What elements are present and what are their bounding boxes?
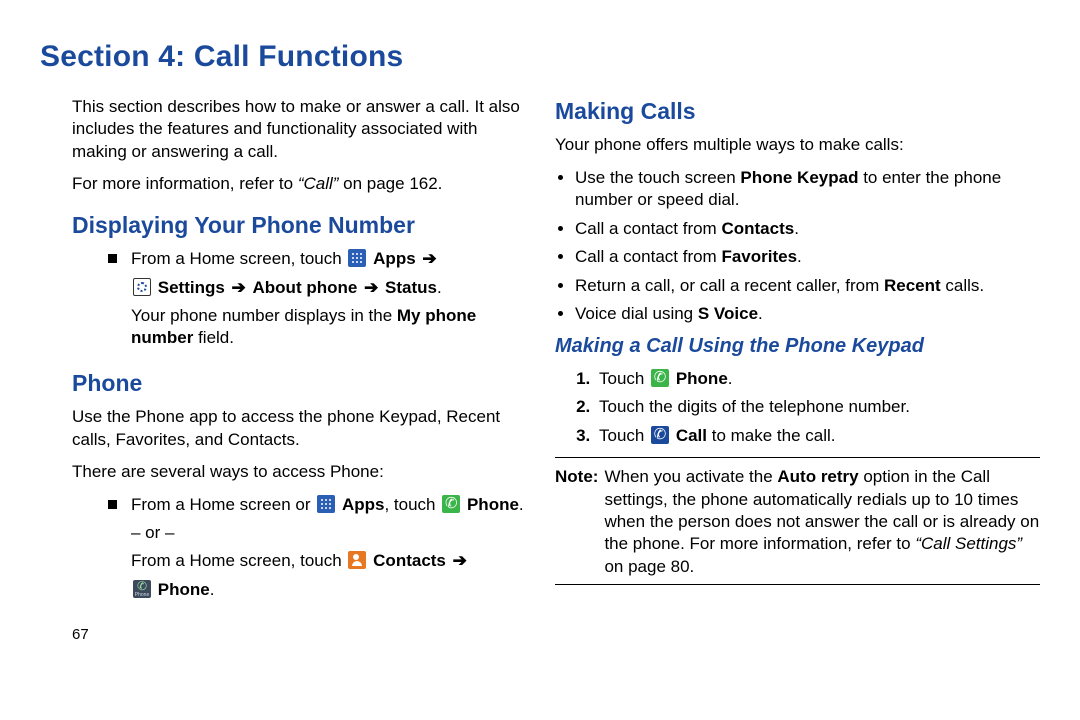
settings-icon (133, 278, 151, 296)
text: Return a call, or call a recent caller, … (575, 276, 884, 295)
note-text: When you activate the Auto retry option … (604, 466, 1040, 578)
phone-access-intro: There are several ways to access Phone: (72, 461, 525, 483)
text: Use the touch screen (575, 168, 740, 187)
text: Call a contact from (575, 219, 721, 238)
recent-label: Recent (884, 276, 941, 295)
list-item-content: From a Home screen, touch Apps ➔ Setting… (131, 248, 525, 356)
arrow-icon: ➔ (453, 551, 467, 570)
text: Your phone number displays in the (131, 306, 397, 325)
text: Call a contact from (575, 247, 721, 266)
text: From a Home screen, touch (131, 551, 346, 570)
step-item: Touch Phone. (595, 368, 1040, 390)
divider (555, 457, 1040, 458)
left-column: This section describes how to make or an… (40, 96, 525, 645)
favorites-label: Favorites (721, 247, 797, 266)
list-item: Call a contact from Favorites. (575, 246, 1040, 268)
phone-label: Phone (467, 495, 519, 514)
phone-green-icon (442, 495, 460, 513)
about-phone-label: About phone (253, 278, 358, 297)
square-list: From a Home screen or Apps, touch Phone.… (40, 494, 525, 608)
step-item: Touch the digits of the telephone number… (595, 396, 1040, 418)
text: When you activate the (604, 467, 777, 486)
phone-description: Use the Phone app to access the phone Ke… (72, 406, 525, 451)
making-calls-intro: Your phone offers multiple ways to make … (555, 134, 1040, 156)
list-item: Use the touch screen Phone Keypad to ent… (575, 167, 1040, 212)
intro-paragraph: This section describes how to make or an… (72, 96, 525, 163)
text: Touch (599, 369, 649, 388)
s-voice-label: S Voice (698, 304, 758, 323)
heading-making-calls: Making Calls (555, 96, 1040, 126)
two-column-layout: This section describes how to make or an… (40, 96, 1040, 645)
note-block: Note: When you activate the Auto retry o… (555, 466, 1040, 578)
phone-keypad-label: Phone Keypad (740, 168, 858, 187)
text: From a Home screen or (131, 495, 315, 514)
contacts-label: Contacts (373, 551, 446, 570)
arrow-icon: ➔ (232, 278, 246, 297)
text: Touch the digits of the telephone number… (599, 397, 910, 416)
phone-label: Phone (158, 580, 210, 599)
numbered-steps: Touch Phone. Touch the digits of the tel… (555, 368, 1040, 447)
list-item-content: From a Home screen or Apps, touch Phone.… (131, 494, 525, 608)
right-column: Making Calls Your phone offers multiple … (555, 96, 1040, 645)
square-bullet-icon (108, 500, 117, 509)
ref-emphasis: “Call” (298, 174, 339, 193)
text: field. (193, 328, 234, 347)
text: to make the call. (707, 426, 836, 445)
phone-green-icon (651, 369, 669, 387)
apps-icon (317, 495, 335, 513)
list-item: Call a contact from Contacts. (575, 218, 1040, 240)
text: on page 80. (604, 557, 694, 576)
text: Touch (599, 426, 649, 445)
list-item: Voice dial using S Voice. (575, 303, 1040, 325)
list-item: From a Home screen, touch Apps ➔ Setting… (108, 248, 525, 356)
text: calls. (941, 276, 984, 295)
ref-pre: For more information, refer to (72, 174, 298, 193)
list-item: From a Home screen or Apps, touch Phone.… (108, 494, 525, 608)
contacts-label: Contacts (721, 219, 794, 238)
page-number: 67 (72, 625, 525, 645)
text: Voice dial using (575, 304, 698, 323)
text: , touch (384, 495, 440, 514)
note-label: Note: (555, 466, 598, 578)
reference-paragraph: For more information, refer to “Call” on… (72, 173, 525, 195)
note-emphasis: “Call Settings” (915, 534, 1022, 553)
call-label: Call (676, 426, 707, 445)
arrow-icon: ➔ (422, 249, 436, 268)
ref-post: on page 162. (338, 174, 442, 193)
step-item: Touch Call to make the call. (595, 425, 1040, 447)
section-title: Section 4: Call Functions (40, 40, 1040, 74)
apps-icon (348, 249, 366, 267)
square-list: From a Home screen, touch Apps ➔ Setting… (40, 248, 525, 356)
bullet-list: Use the touch screen Phone Keypad to ent… (555, 167, 1040, 326)
arrow-icon: ➔ (364, 278, 378, 297)
auto-retry-label: Auto retry (777, 467, 858, 486)
heading-call-keypad: Making a Call Using the Phone Keypad (555, 333, 1040, 359)
heading-displaying-number: Displaying Your Phone Number (72, 210, 525, 240)
apps-label: Apps (342, 495, 385, 514)
heading-phone: Phone (72, 368, 525, 398)
phone-app-icon (133, 580, 151, 598)
phone-label: Phone (676, 369, 728, 388)
settings-label: Settings (158, 278, 225, 297)
square-bullet-icon (108, 254, 117, 263)
status-label: Status (385, 278, 437, 297)
or-separator: – or – (131, 522, 525, 544)
list-item: Return a call, or call a recent caller, … (575, 275, 1040, 297)
text: From a Home screen, touch (131, 249, 346, 268)
contacts-icon (348, 551, 366, 569)
divider (555, 584, 1040, 585)
apps-label: Apps (373, 249, 416, 268)
call-blue-icon (651, 426, 669, 444)
